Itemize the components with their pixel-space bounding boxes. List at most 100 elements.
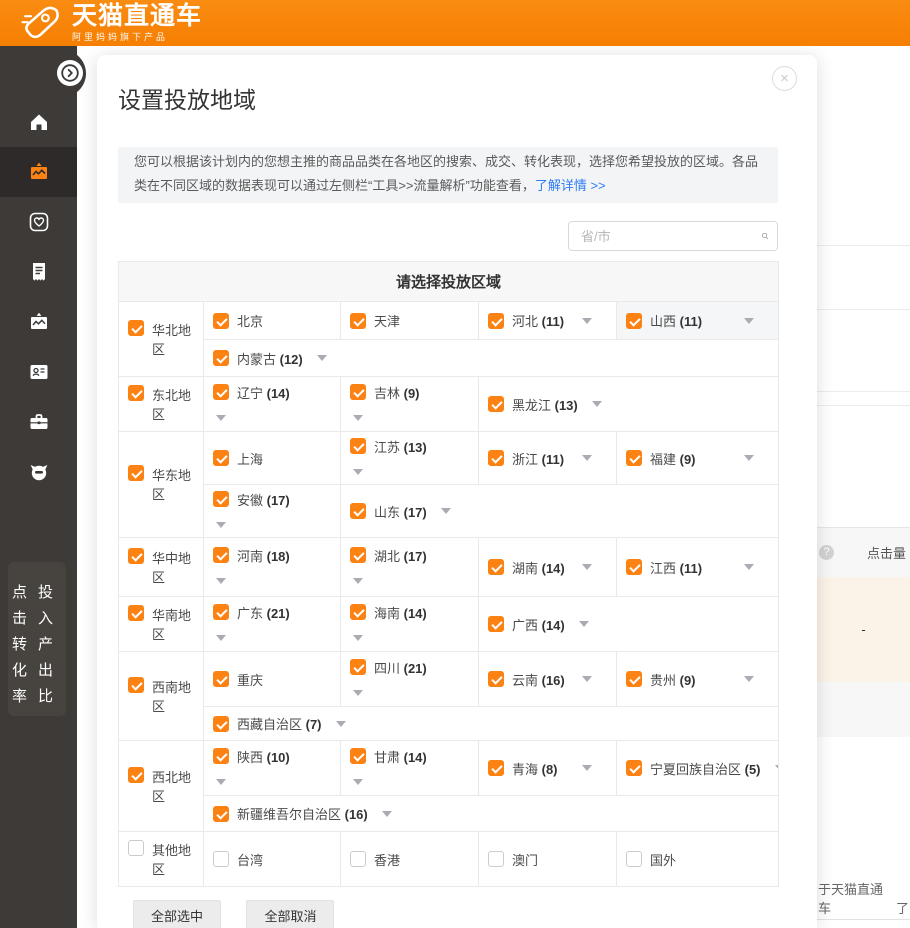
province-cell[interactable]: 天津 bbox=[341, 302, 479, 340]
province-checkbox[interactable] bbox=[350, 438, 366, 454]
chevron-down-icon[interactable] bbox=[582, 455, 592, 461]
province-cell[interactable]: 山东 (17) bbox=[341, 485, 779, 538]
chevron-down-icon[interactable] bbox=[582, 564, 592, 570]
chevron-down-icon[interactable] bbox=[592, 401, 602, 407]
province-cell[interactable]: 江西 (11) bbox=[617, 538, 779, 597]
sidebar-item-campaigns[interactable] bbox=[0, 147, 77, 197]
province-checkbox[interactable] bbox=[626, 671, 642, 687]
province-checkbox[interactable] bbox=[350, 748, 366, 764]
province-cell[interactable]: 浙江 (11) bbox=[479, 432, 617, 485]
province-checkbox[interactable] bbox=[350, 503, 366, 519]
region-group-cell[interactable]: 华中地区 bbox=[119, 538, 204, 597]
province-checkbox[interactable] bbox=[213, 716, 229, 732]
province-cell[interactable]: 上海 bbox=[204, 432, 341, 485]
province-cell[interactable]: 四川 (21) bbox=[341, 652, 479, 707]
province-checkbox[interactable] bbox=[626, 313, 642, 329]
region-group-cell[interactable]: 其他地区 bbox=[119, 832, 204, 887]
chevron-down-icon[interactable] bbox=[216, 779, 226, 785]
province-checkbox[interactable] bbox=[626, 450, 642, 466]
province-cell[interactable]: 吉林 (9) bbox=[341, 377, 479, 432]
province-checkbox[interactable] bbox=[213, 491, 229, 507]
region-group-cell[interactable]: 东北地区 bbox=[119, 377, 204, 432]
deselect-all-button[interactable]: 全部取消 bbox=[246, 900, 334, 928]
province-cell[interactable]: 山西 (11) bbox=[617, 302, 779, 340]
province-cell[interactable]: 福建 (9) bbox=[617, 432, 779, 485]
province-checkbox[interactable] bbox=[350, 851, 366, 867]
chevron-down-icon[interactable] bbox=[441, 508, 451, 514]
sidebar-item-creatives[interactable] bbox=[0, 297, 77, 347]
sidebar-item-reports[interactable] bbox=[0, 247, 77, 297]
province-checkbox[interactable] bbox=[350, 659, 366, 675]
chevron-down-icon[interactable] bbox=[744, 455, 754, 461]
province-cell[interactable]: 台湾 bbox=[204, 832, 341, 887]
province-cell[interactable]: 安徽 (17) bbox=[204, 485, 341, 538]
chevron-down-icon[interactable] bbox=[775, 765, 779, 771]
close-icon[interactable]: × bbox=[772, 66, 797, 91]
province-cell[interactable]: 广西 (14) bbox=[479, 597, 779, 652]
province-checkbox[interactable] bbox=[213, 450, 229, 466]
province-checkbox[interactable] bbox=[213, 384, 229, 400]
chevron-down-icon[interactable] bbox=[582, 676, 592, 682]
sidebar-item-home[interactable] bbox=[0, 97, 77, 147]
sidebar-item-profile[interactable] bbox=[0, 447, 77, 497]
province-checkbox[interactable] bbox=[213, 313, 229, 329]
province-checkbox[interactable] bbox=[626, 559, 642, 575]
province-checkbox[interactable] bbox=[350, 547, 366, 563]
chevron-down-icon[interactable] bbox=[382, 811, 392, 817]
sidebar-item-account[interactable] bbox=[0, 347, 77, 397]
province-cell[interactable]: 澳门 bbox=[479, 832, 617, 887]
province-cell[interactable]: 陕西 (10) bbox=[204, 741, 341, 796]
region-group-checkbox[interactable] bbox=[128, 677, 144, 693]
province-checkbox[interactable] bbox=[488, 450, 504, 466]
province-checkbox[interactable] bbox=[213, 748, 229, 764]
chevron-down-icon[interactable] bbox=[582, 765, 592, 771]
province-cell[interactable]: 云南 (16) bbox=[479, 652, 617, 707]
province-cell[interactable]: 贵州 (9) bbox=[617, 652, 779, 707]
region-group-cell[interactable]: 华北地区 bbox=[119, 302, 204, 377]
province-checkbox[interactable] bbox=[350, 384, 366, 400]
province-cell[interactable]: 重庆 bbox=[204, 652, 341, 707]
province-cell[interactable]: 新疆维吾尔自治区 (16) bbox=[204, 796, 779, 832]
province-cell[interactable]: 河南 (18) bbox=[204, 538, 341, 597]
learn-more-link[interactable]: 了解详情 >> bbox=[535, 178, 606, 193]
province-cell[interactable]: 西藏自治区 (7) bbox=[204, 707, 779, 741]
region-group-cell[interactable]: 华东地区 bbox=[119, 432, 204, 538]
chevron-down-icon[interactable] bbox=[216, 415, 226, 421]
search-icon[interactable] bbox=[761, 226, 769, 246]
region-group-cell[interactable]: 西北地区 bbox=[119, 741, 204, 832]
chevron-down-icon[interactable] bbox=[216, 635, 226, 641]
province-cell[interactable]: 内蒙古 (12) bbox=[204, 340, 779, 377]
chevron-down-icon[interactable] bbox=[353, 635, 363, 641]
province-checkbox[interactable] bbox=[213, 350, 229, 366]
region-group-checkbox[interactable] bbox=[128, 385, 144, 401]
region-group-checkbox[interactable] bbox=[128, 548, 144, 564]
sidebar-expand-button[interactable] bbox=[57, 60, 83, 86]
province-checkbox[interactable] bbox=[488, 851, 504, 867]
sidebar-item-favorites[interactable] bbox=[0, 197, 77, 247]
province-checkbox[interactable] bbox=[213, 604, 229, 620]
region-group-checkbox[interactable] bbox=[128, 840, 144, 856]
province-checkbox[interactable] bbox=[213, 851, 229, 867]
chevron-down-icon[interactable] bbox=[744, 676, 754, 682]
sidebar-item-tools[interactable] bbox=[0, 397, 77, 447]
region-group-checkbox[interactable] bbox=[128, 320, 144, 336]
chevron-down-icon[interactable] bbox=[579, 621, 589, 627]
chevron-down-icon[interactable] bbox=[353, 779, 363, 785]
province-checkbox[interactable] bbox=[488, 671, 504, 687]
region-group-checkbox[interactable] bbox=[128, 465, 144, 481]
region-group-cell[interactable]: 华南地区 bbox=[119, 597, 204, 652]
region-group-checkbox[interactable] bbox=[128, 605, 144, 621]
select-all-button[interactable]: 全部选中 bbox=[133, 900, 221, 928]
chevron-down-icon[interactable] bbox=[336, 721, 346, 727]
province-cell[interactable]: 香港 bbox=[341, 832, 479, 887]
province-cell[interactable]: 国外 bbox=[617, 832, 779, 887]
province-checkbox[interactable] bbox=[626, 851, 642, 867]
chevron-down-icon[interactable] bbox=[353, 415, 363, 421]
province-cell[interactable]: 海南 (14) bbox=[341, 597, 479, 652]
chevron-down-icon[interactable] bbox=[582, 318, 592, 324]
province-cell[interactable]: 湖南 (14) bbox=[479, 538, 617, 597]
province-cell[interactable]: 江苏 (13) bbox=[341, 432, 479, 485]
chevron-down-icon[interactable] bbox=[744, 564, 754, 570]
province-cell[interactable]: 黑龙江 (13) bbox=[479, 377, 779, 432]
region-group-cell[interactable]: 西南地区 bbox=[119, 652, 204, 741]
